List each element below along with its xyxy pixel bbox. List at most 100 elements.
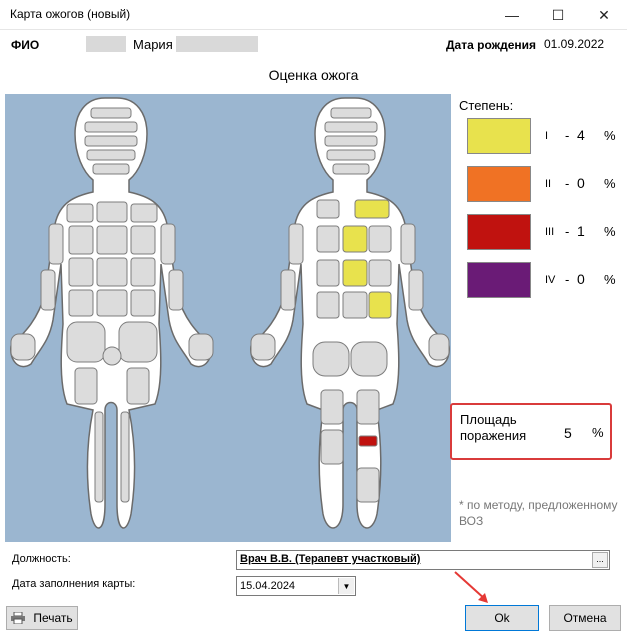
minimize-button[interactable]: — bbox=[489, 0, 535, 30]
print-button[interactable]: Печать bbox=[6, 606, 78, 630]
back-hand-left bbox=[250, 333, 276, 361]
front-leg-right-seg bbox=[126, 367, 150, 405]
printer-icon bbox=[11, 611, 26, 625]
degree-value: 1 bbox=[577, 223, 585, 239]
burn-degree1-upper-back bbox=[354, 199, 390, 219]
front-genital bbox=[102, 346, 122, 366]
burn-degree1-back-seg bbox=[368, 291, 392, 319]
front-torso-seg bbox=[96, 225, 128, 255]
degree-dash: - bbox=[565, 128, 570, 143]
front-chest-right bbox=[130, 203, 158, 223]
front-head-seg bbox=[92, 163, 130, 175]
degree-pct: % bbox=[604, 176, 616, 191]
front-torso-seg bbox=[130, 257, 156, 287]
degree-swatch[interactable] bbox=[467, 262, 531, 298]
close-icon: ✕ bbox=[598, 6, 610, 23]
front-arm-right-seg bbox=[160, 223, 176, 265]
degree-roman: II bbox=[545, 178, 552, 190]
front-chest-left bbox=[66, 203, 94, 223]
ellipsis-button[interactable]: ... bbox=[592, 552, 608, 568]
front-torso-seg bbox=[96, 289, 128, 317]
front-head-seg bbox=[90, 107, 132, 119]
degree-title: Степень: bbox=[459, 98, 514, 113]
front-leg-left-seg bbox=[74, 367, 98, 405]
front-torso-seg bbox=[96, 257, 128, 287]
front-torso-seg bbox=[130, 225, 156, 255]
front-pelvis-left bbox=[66, 321, 106, 363]
maximize-icon: ☐ bbox=[551, 6, 565, 23]
position-label: Должность: bbox=[12, 553, 71, 565]
back-torso-seg bbox=[342, 291, 368, 319]
front-arm-left-seg bbox=[40, 269, 56, 311]
method-note: * по методу, предложенному ВОЗ bbox=[459, 498, 618, 528]
minimize-icon: — bbox=[505, 7, 519, 23]
degree-dash: - bbox=[565, 176, 570, 191]
print-label: Печать bbox=[33, 611, 73, 625]
degree-swatch[interactable] bbox=[467, 214, 531, 250]
back-hand-right bbox=[428, 333, 450, 361]
redacted-patronymic bbox=[176, 36, 258, 52]
title-bar: Карта ожогов (новый) — ☐ ✕ bbox=[0, 0, 627, 30]
back-leg-right-seg bbox=[356, 389, 380, 425]
ok-button[interactable]: Ok bbox=[465, 605, 539, 631]
back-upper-left bbox=[316, 199, 340, 219]
front-arm-left-seg bbox=[48, 223, 64, 265]
front-leg-right-seg bbox=[120, 411, 130, 503]
back-head-seg bbox=[330, 107, 372, 119]
body-diagram[interactable] bbox=[5, 94, 451, 542]
burn-degree3-calf bbox=[358, 435, 378, 447]
area-value: 5 bbox=[564, 425, 572, 441]
back-torso-seg bbox=[368, 225, 392, 253]
degree-value: 0 bbox=[577, 175, 585, 191]
back-leg-left-seg bbox=[320, 389, 344, 425]
front-chest-mid bbox=[96, 201, 128, 223]
section-title: Оценка ожога bbox=[268, 67, 359, 83]
degree-roman: IV bbox=[545, 274, 556, 286]
window-title: Карта ожогов (новый) bbox=[10, 7, 131, 21]
degree-swatch[interactable] bbox=[467, 118, 531, 154]
date-label: Дата заполнения карты: bbox=[12, 578, 136, 590]
chevron-down-icon[interactable]: ▼ bbox=[338, 578, 354, 594]
back-buttock-right bbox=[350, 341, 388, 377]
back-arm-left-seg bbox=[288, 223, 304, 265]
degree-value: 4 bbox=[577, 127, 585, 143]
degree-roman: I bbox=[545, 130, 549, 142]
patient-name: Мария bbox=[133, 37, 173, 52]
front-pelvis-right bbox=[118, 321, 158, 363]
back-arm-left-seg bbox=[280, 269, 296, 311]
degree-swatch[interactable] bbox=[467, 166, 531, 202]
close-button[interactable]: ✕ bbox=[581, 0, 627, 30]
front-torso-seg bbox=[68, 225, 94, 255]
front-torso-seg bbox=[130, 289, 156, 317]
back-head-seg bbox=[332, 163, 370, 175]
maximize-button[interactable]: ☐ bbox=[535, 0, 581, 30]
position-field[interactable]: Врач В.В. (Терапевт участковый) ... bbox=[236, 550, 610, 570]
position-value: Врач В.В. (Терапевт участковый) bbox=[240, 553, 421, 565]
dob-value: 01.09.2022 bbox=[544, 37, 605, 51]
fio-label: ФИО bbox=[11, 38, 40, 52]
degree-value: 0 bbox=[577, 271, 585, 287]
area-pct: % bbox=[592, 425, 604, 440]
back-arm-right-seg bbox=[408, 269, 424, 311]
front-torso-seg bbox=[68, 289, 94, 317]
redacted-surname bbox=[86, 36, 126, 52]
front-head-seg bbox=[84, 121, 138, 133]
degree-dash: - bbox=[565, 224, 570, 239]
front-leg-left-seg bbox=[94, 411, 104, 503]
date-value: 15.04.2024 bbox=[240, 580, 296, 592]
back-head-seg bbox=[324, 121, 378, 133]
cancel-button[interactable]: Отмена bbox=[549, 605, 621, 631]
back-arm-right-seg bbox=[400, 223, 416, 265]
burn-degree1-back-seg bbox=[342, 259, 368, 287]
back-torso-seg bbox=[368, 259, 392, 287]
date-field[interactable]: 15.04.2024 ▼ bbox=[236, 576, 356, 596]
front-head-seg bbox=[84, 135, 138, 147]
degree-pct: % bbox=[604, 272, 616, 287]
front-hand-right bbox=[188, 333, 214, 361]
degree-pct: % bbox=[604, 224, 616, 239]
front-arm-right-seg bbox=[168, 269, 184, 311]
burn-degree1-back-seg bbox=[342, 225, 368, 253]
back-torso-seg bbox=[316, 259, 340, 287]
dob-label: Дата рождения bbox=[446, 38, 537, 52]
degree-roman: III bbox=[545, 226, 555, 238]
